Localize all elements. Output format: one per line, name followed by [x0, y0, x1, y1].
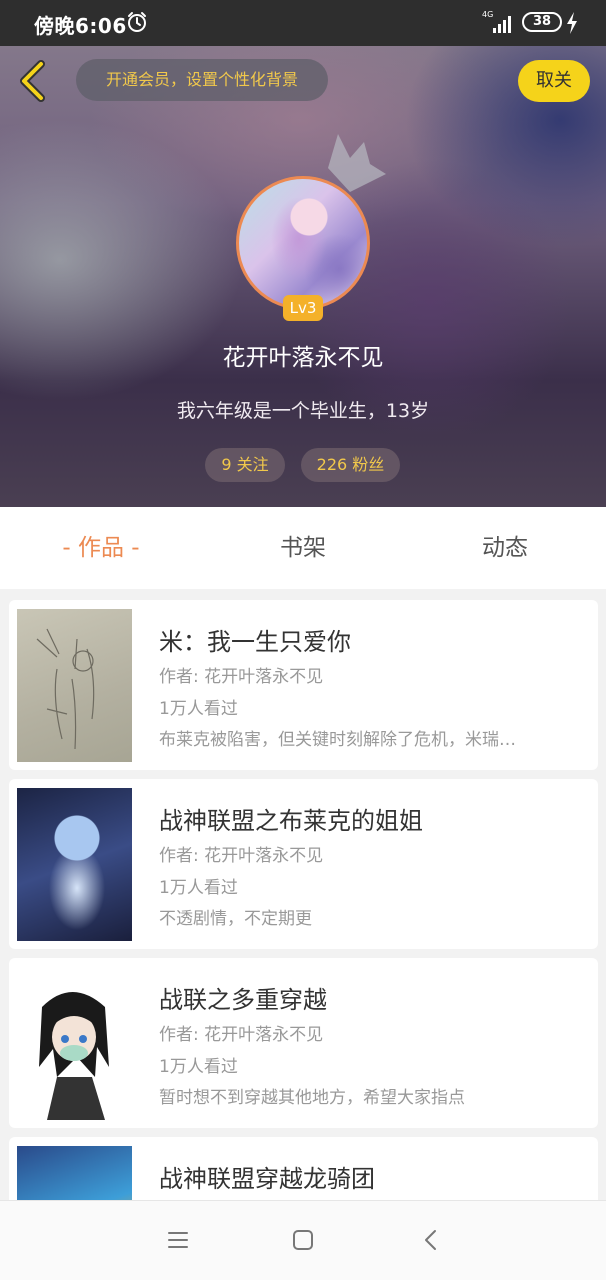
work-author: 作者: 花开叶落永不见	[159, 846, 324, 866]
work-cover[interactable]	[17, 967, 132, 1120]
work-card[interactable]: 战神联盟穿越龙骑团	[9, 1137, 598, 1200]
work-author: 作者: 花开叶落永不见	[159, 667, 324, 687]
user-bio: 我六年级是一个毕业生，13岁	[176, 400, 430, 422]
network-type-label: 4G	[482, 10, 493, 19]
system-nav-bar	[0, 1200, 606, 1280]
profile-tabs: - 作品 - 书架 动态	[0, 507, 606, 589]
sketch-cover-icon	[36, 628, 95, 750]
work-description: 暂时想不到穿越其他地方，希望大家指点	[159, 1088, 465, 1108]
work-description: 不透剧情，不定期更	[159, 909, 312, 929]
work-card[interactable]: 战联之多重穿越 作者: 花开叶落永不见 1万人看过 暂时想不到穿越其他地方，希望…	[9, 958, 598, 1128]
charging-bolt-icon	[567, 12, 577, 34]
back-triangle-icon[interactable]	[416, 1225, 446, 1255]
battery-icon: 38	[522, 12, 562, 32]
member-background-prompt[interactable]: 开通会员，设置个性化背景	[76, 59, 328, 101]
signal-icon: 4G	[482, 10, 511, 33]
work-views: 1万人看过	[159, 699, 238, 719]
work-title: 战联之多重穿越	[159, 986, 327, 1014]
alarm-clock-icon	[128, 12, 146, 32]
work-cover[interactable]	[17, 788, 132, 941]
character-cover-icon	[39, 992, 109, 1120]
work-description: 布莱克被陷害，但关键时刻解除了危机，米瑞…	[159, 730, 516, 750]
username: 花开叶落永不见	[222, 345, 384, 371]
home-square-icon[interactable]	[288, 1225, 318, 1255]
battery-level: 38	[532, 14, 552, 29]
chevron-left-icon[interactable]	[12, 58, 52, 104]
work-views: 1万人看过	[159, 878, 238, 898]
status-time: 傍晚6:06	[34, 14, 127, 38]
profile-header: 傍晚6:06 4G 38 开通会员，设置个性化背景 取关 Lv3 花开叶落永不见…	[0, 0, 606, 507]
tab-works[interactable]: - 作品 -	[0, 507, 202, 589]
unfollow-button[interactable]: 取关	[518, 60, 590, 102]
avatar[interactable]	[236, 176, 370, 310]
tab-bookshelf[interactable]: 书架	[202, 507, 404, 589]
work-card[interactable]: 战神联盟之布莱克的姐姐 作者: 花开叶落永不见 1万人看过 不透剧情，不定期更	[9, 779, 598, 949]
work-cover[interactable]	[17, 609, 132, 762]
work-cover[interactable]	[17, 1146, 132, 1200]
work-title: 战神联盟穿越龙骑团	[159, 1165, 375, 1193]
fans-count[interactable]: 226 粉丝	[301, 448, 400, 482]
menu-icon[interactable]	[163, 1225, 193, 1255]
work-title: 米：我一生只爱你	[159, 628, 351, 656]
works-list: 米：我一生只爱你 作者: 花开叶落永不见 1万人看过 布莱克被陷害，但关键时刻解…	[0, 589, 606, 1200]
work-title: 战神联盟之布莱克的姐姐	[159, 807, 423, 835]
work-views: 1万人看过	[159, 1057, 238, 1077]
tab-feed[interactable]: 动态	[404, 507, 606, 589]
following-count[interactable]: 9 关注	[205, 448, 285, 482]
status-bar: 傍晚6:06 4G 38	[0, 0, 606, 46]
work-card[interactable]: 米：我一生只爱你 作者: 花开叶落永不见 1万人看过 布莱克被陷害，但关键时刻解…	[9, 600, 598, 770]
level-badge: Lv3	[283, 295, 323, 321]
work-author: 作者: 花开叶落永不见	[159, 1025, 324, 1045]
